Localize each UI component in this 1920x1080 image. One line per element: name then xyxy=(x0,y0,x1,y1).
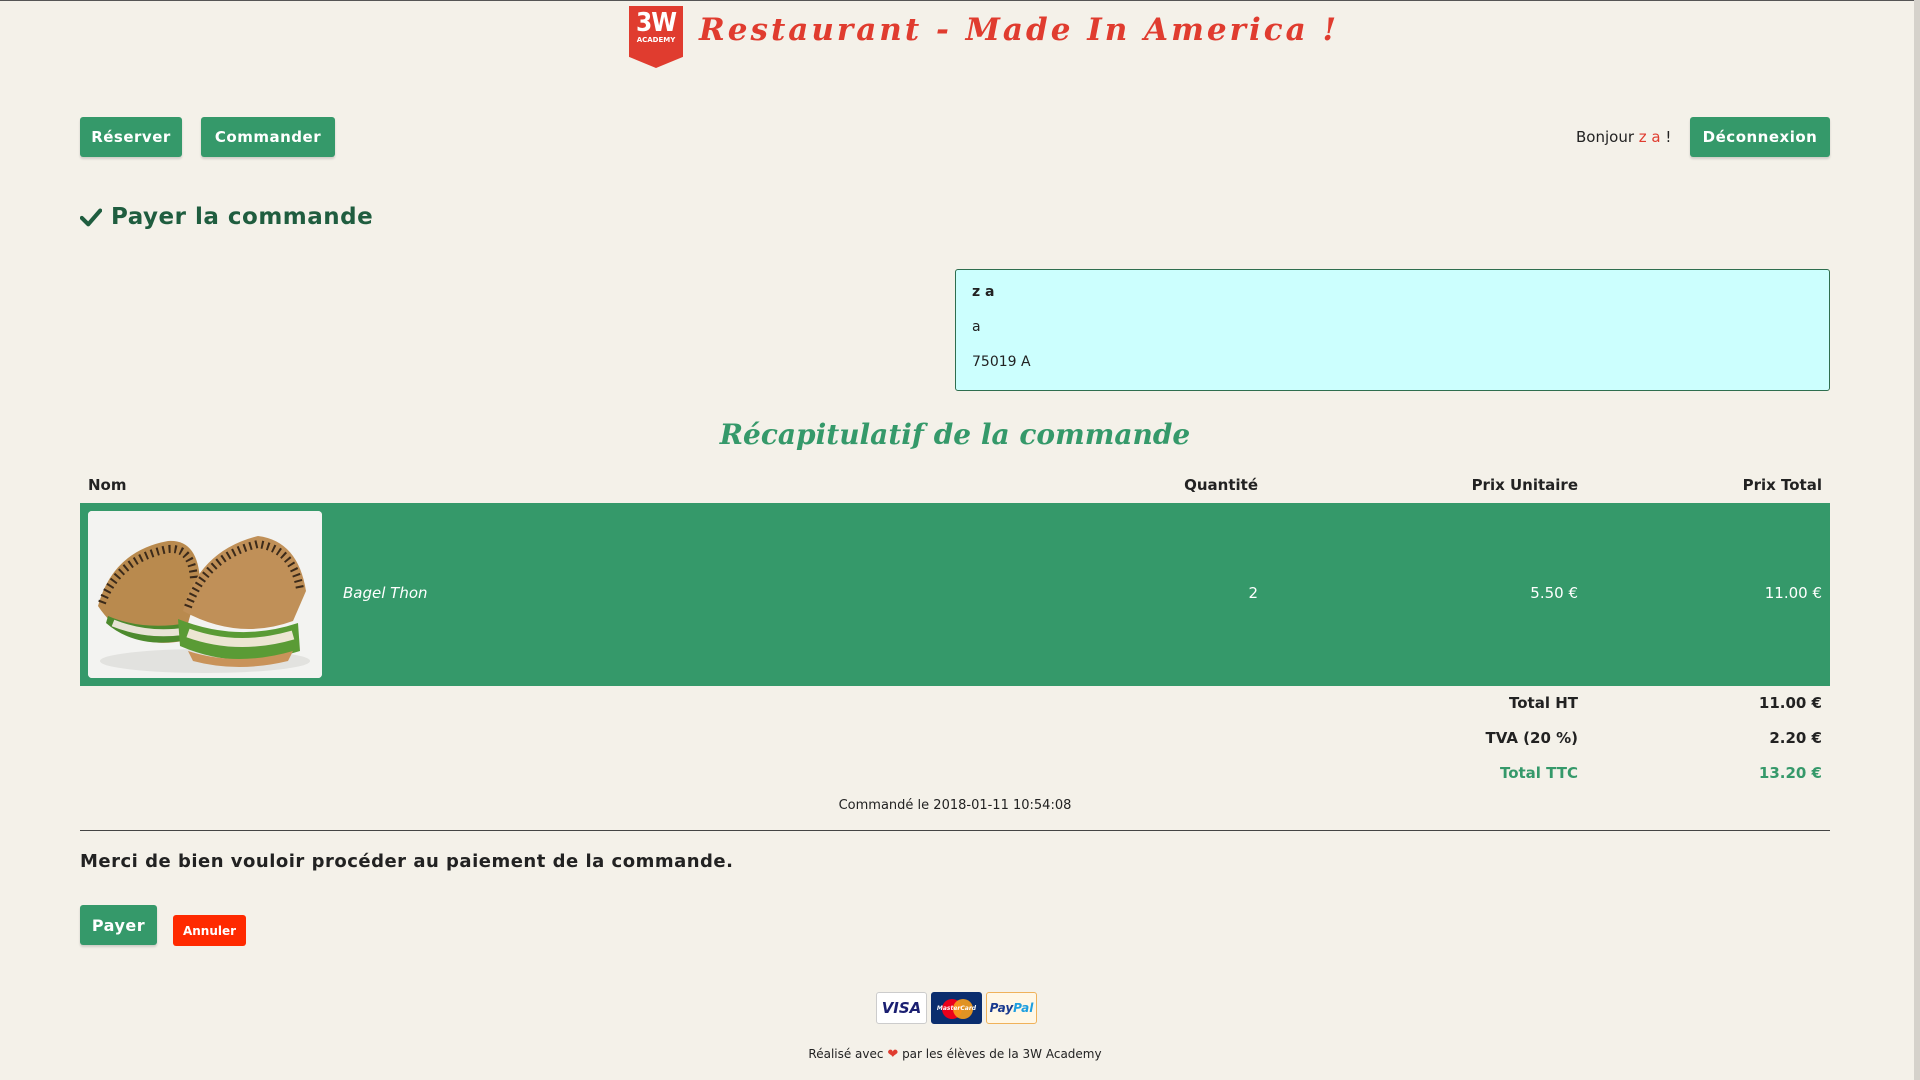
greeting-suffix: ! xyxy=(1665,128,1672,146)
page: 3W ACADEMY Restaurant - Made In America … xyxy=(0,0,1920,1080)
col-prix-total: Prix Total xyxy=(1742,476,1822,494)
mastercard-label: MasterCard xyxy=(936,1004,977,1012)
annuler-button[interactable]: Annuler xyxy=(173,915,246,946)
deconnexion-button[interactable]: Déconnexion xyxy=(1690,117,1830,157)
col-prix-unitaire: Prix Unitaire xyxy=(1471,476,1578,494)
total-ht-row: Total HT 11.00 € xyxy=(80,694,1830,716)
payment-message: Merci de bien vouloir procéder au paieme… xyxy=(80,851,734,872)
credits-prefix: Réalisé avec xyxy=(808,1047,884,1061)
total-ht-label: Total HT xyxy=(1509,694,1578,712)
delivery-address: z a a 75019 A xyxy=(955,269,1830,391)
address-line-2: 75019 A xyxy=(972,354,1031,370)
col-quantite: Quantité xyxy=(1184,476,1258,494)
item-unit-price: 5.50 € xyxy=(1530,584,1578,602)
site-title: Restaurant - Made In America ! xyxy=(699,12,1340,48)
commander-button[interactable]: Commander xyxy=(201,117,335,157)
mastercard-icon: MasterCard xyxy=(931,992,982,1024)
payment-cards: VISA MasterCard Pay Pal xyxy=(876,992,1037,1024)
tva-value: 2.20 € xyxy=(1769,729,1822,747)
page-title: Payer la commande xyxy=(111,204,374,230)
table-row: Bagel Thon 2 5.50 € 11.00 € xyxy=(80,503,1830,686)
col-nom: Nom xyxy=(88,476,127,494)
visa-icon: VISA xyxy=(876,992,927,1024)
paypal-label-a: Pay xyxy=(989,1001,1014,1015)
recap-title: Récapitulatif de la commande xyxy=(719,418,1191,451)
site-header: 3W ACADEMY Restaurant - Made In America … xyxy=(0,6,1914,70)
item-quantity: 2 xyxy=(1248,584,1258,602)
paypal-icon: Pay Pal xyxy=(986,992,1037,1024)
total-ttc-label: Total TTC xyxy=(1499,764,1578,782)
credits-suffix: par les élèves de la 3W Academy xyxy=(902,1047,1102,1061)
greeting-prefix: Bonjour xyxy=(1576,128,1634,146)
table-header: Nom Quantité Prix Unitaire Prix Total xyxy=(80,476,1830,500)
user-greeting: Bonjour z a ! xyxy=(1576,128,1671,146)
reserver-button[interactable]: Réserver xyxy=(80,117,182,157)
total-ttc-value: 13.20 € xyxy=(1758,764,1822,782)
address-line-1: a xyxy=(972,319,981,335)
item-total-price: 11.00 € xyxy=(1764,584,1822,602)
product-image xyxy=(88,511,322,678)
divider xyxy=(80,830,1830,831)
order-date: Commandé le 2018-01-11 10:54:08 xyxy=(838,798,1072,813)
check-icon xyxy=(80,208,102,227)
total-ttc-row: Total TTC 13.20 € xyxy=(80,764,1830,786)
paypal-label-b: Pal xyxy=(1013,1001,1034,1015)
tva-row: TVA (20 %) 2.20 € xyxy=(80,729,1830,751)
total-ht-value: 11.00 € xyxy=(1758,694,1822,712)
logo-subtext: ACADEMY xyxy=(636,36,676,44)
heart-icon: ❤ xyxy=(887,1047,899,1062)
logo[interactable]: 3W ACADEMY xyxy=(629,6,683,68)
item-name: Bagel Thon xyxy=(343,584,428,602)
top-border xyxy=(0,0,1920,1)
username: z a xyxy=(1638,128,1661,146)
section-heading: Payer la commande xyxy=(80,204,373,230)
address-name: z a xyxy=(972,284,995,300)
footer-credits: Réalisé avec ❤ par les élèves de la 3W A… xyxy=(0,1047,1910,1062)
logo-text: 3W xyxy=(635,8,677,38)
payer-button[interactable]: Payer xyxy=(80,905,157,945)
tva-label: TVA (20 %) xyxy=(1485,729,1579,747)
scrollbar[interactable] xyxy=(1914,0,1920,1080)
